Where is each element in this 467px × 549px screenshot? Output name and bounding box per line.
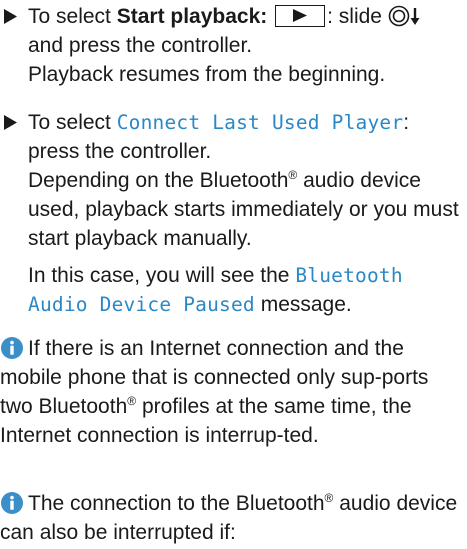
triangle-bullet-icon: [4, 2, 22, 31]
paused-text-b: message.: [254, 293, 352, 316]
paused-message-note: In this case, you will see the Bluetooth…: [28, 261, 460, 319]
instruction-text: To select Connect Last Used Player: press…: [28, 108, 460, 166]
instruction-press-text: press the controller.: [28, 140, 212, 163]
manual-page: To select Start playback: : slide and pr…: [0, 0, 467, 549]
registered-mark: ®: [288, 168, 298, 182]
instruction-press-text: and press the controller.: [28, 34, 253, 57]
playback-description: Depending on the Bluetooth® audio device…: [28, 166, 460, 253]
instruction-prefix: To select: [28, 111, 117, 134]
info-icon: [1, 337, 23, 359]
play-icon: [293, 9, 308, 22]
registered-mark: ®: [127, 394, 137, 408]
instruction-result: Playback resumes from the beginning.: [28, 63, 386, 86]
description-text-a: Depending on the Bluetooth: [28, 169, 289, 192]
info-note-audio-device-interruption: The connection to the Bluetooth® audio d…: [0, 489, 460, 547]
connect-last-used-player-display-text: Connect Last Used Player: [116, 111, 404, 134]
note-text: The connection to the Bluetooth® audio d…: [0, 489, 460, 547]
note-text: If there is an Internet connection and t…: [0, 334, 460, 450]
controller-slide-down-icon: [388, 5, 424, 27]
paused-text-a: In this case, you will see the: [28, 264, 296, 287]
instruction-prefix: To select: [28, 5, 117, 28]
instruction-text: To select Start playback: : slide and pr…: [28, 2, 460, 60]
instruction-slide-text: : slide: [327, 5, 388, 28]
note-text-a: The connection to the Bluetooth: [28, 492, 325, 515]
info-note-internet-connection: If there is an Internet connection and t…: [0, 334, 460, 450]
instruction-connect-last-player: To select Connect Last Used Player: press…: [0, 108, 460, 319]
start-playback-label: Start playback:: [116, 5, 268, 28]
instruction-start-playback: To select Start playback: : slide and pr…: [0, 2, 460, 89]
info-icon: [1, 492, 23, 514]
triangle-bullet-icon: [4, 108, 22, 137]
colon: :: [403, 111, 410, 134]
play-key: [275, 5, 326, 27]
